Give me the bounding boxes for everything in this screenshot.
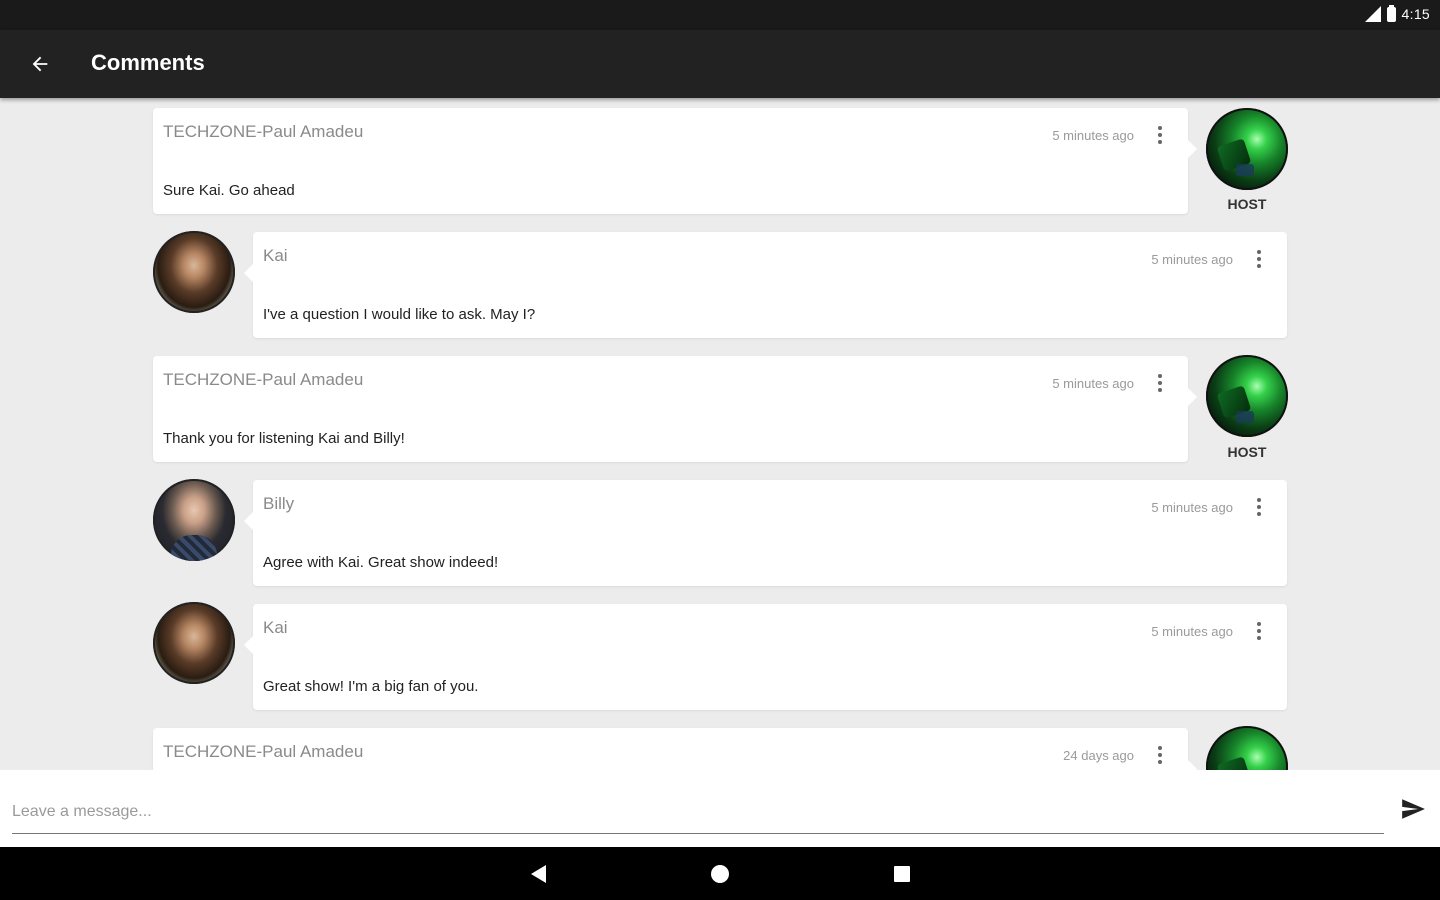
composer [0,770,1440,847]
signal-icon [1364,6,1381,22]
avatar[interactable] [153,231,235,313]
nav-home-button[interactable] [706,860,734,888]
comment-card: TECHZONE-Paul Amadeu 5 minutes ago Sure … [153,108,1197,214]
comment-card: Kai 5 minutes ago I've a question I woul… [244,232,1287,338]
more-options-icon[interactable] [1249,496,1269,518]
avatar[interactable] [1206,726,1288,770]
comment-author: TECHZONE-Paul Amadeu [163,742,364,761]
nav-recents-button[interactable] [888,860,916,888]
host-badge: HOST [1227,444,1267,460]
comment-card: TECHZONE-Paul Amadeu 24 days ago [153,728,1197,770]
square-recents-icon [894,866,910,882]
comment-text: I've a question I would like to ask. May… [263,306,536,323]
avatar[interactable] [1206,355,1288,437]
more-options-icon[interactable] [1249,620,1269,642]
comment-author: TECHZONE-Paul Amadeu [163,122,364,141]
comment-time: 5 minutes ago [1151,624,1233,639]
status-icons: 4:15 [1363,4,1430,22]
more-options-icon[interactable] [1150,124,1170,146]
page-title: Comments [91,50,205,75]
avatar[interactable] [153,602,235,684]
circle-home-icon [711,865,729,883]
comment-time: 5 minutes ago [1151,252,1233,267]
send-button[interactable] [1396,792,1430,826]
comment-card: TECHZONE-Paul Amadeu 5 minutes ago Thank… [153,356,1197,462]
triangle-back-icon [531,865,546,883]
comment-time: 24 days ago [1063,748,1134,763]
arrow-back-icon [32,56,48,72]
comment-author: Kai [263,246,288,265]
more-options-icon[interactable] [1249,248,1269,270]
comment-author: TECHZONE-Paul Amadeu [163,370,364,389]
send-icon [1402,799,1425,819]
comment-time: 5 minutes ago [1151,500,1233,515]
avatar[interactable] [1206,108,1288,190]
nav-back-button[interactable] [524,860,552,888]
comment-card: Billy 5 minutes ago Agree with Kai. Grea… [244,480,1287,586]
more-options-icon[interactable] [1150,372,1170,394]
comment-author: Billy [263,494,295,513]
comment-text: Thank you for listening Kai and Billy! [163,430,405,447]
more-options-icon[interactable] [1150,744,1170,766]
comment-text: Great show! I'm a big fan of you. [263,678,479,695]
comment-list[interactable]: TECHZONE-Paul Amadeu 5 minutes ago Sure … [0,98,1440,770]
comment-author: Kai [263,618,288,637]
comment-time: 5 minutes ago [1052,128,1134,143]
navigation-bar [0,847,1440,900]
comment-text: Sure Kai. Go ahead [163,182,295,199]
message-input[interactable] [12,790,1384,834]
back-button[interactable] [22,46,58,82]
avatar[interactable] [153,479,235,561]
status-time: 4:15 [1401,6,1430,22]
host-badge: HOST [1227,196,1267,212]
app-bar: Comments [0,30,1440,98]
status-bar: 4:15 [0,0,1440,30]
comment-card: Kai 5 minutes ago Great show! I'm a big … [244,604,1287,710]
comment-time: 5 minutes ago [1052,376,1134,391]
battery-icon [1386,4,1396,22]
comment-text: Agree with Kai. Great show indeed! [263,554,499,571]
